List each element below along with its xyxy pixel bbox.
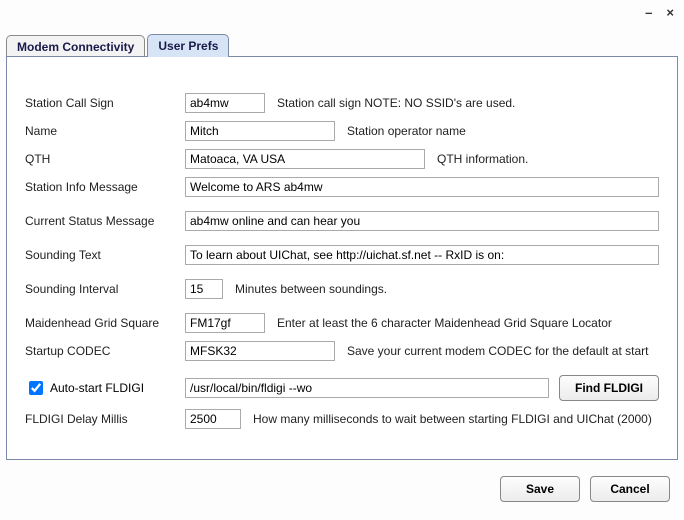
name-label: Name — [25, 124, 185, 138]
codec-label: Startup CODEC — [25, 344, 185, 358]
tab-modem-connectivity[interactable]: Modem Connectivity — [6, 35, 145, 58]
interval-hint: Minutes between soundings. — [235, 282, 387, 296]
callsign-hint: Station call sign NOTE: NO SSID's are us… — [277, 96, 515, 110]
interval-input[interactable] — [185, 279, 223, 299]
name-hint: Station operator name — [347, 124, 466, 138]
maidenhead-hint: Enter at least the 6 character Maidenhea… — [277, 316, 612, 330]
codec-input[interactable] — [185, 341, 335, 361]
interval-label: Sounding Interval — [25, 282, 185, 296]
close-icon[interactable]: × — [666, 6, 674, 19]
qth-hint: QTH information. — [437, 152, 528, 166]
delay-label: FLDIGI Delay Millis — [25, 412, 185, 426]
name-input[interactable] — [185, 121, 335, 141]
autostart-checkbox[interactable] — [29, 381, 43, 395]
delay-input[interactable] — [185, 409, 241, 429]
callsign-input[interactable] — [185, 93, 265, 113]
codec-hint: Save your current modem CODEC for the de… — [347, 344, 648, 358]
tab-user-prefs[interactable]: User Prefs — [147, 34, 229, 57]
tabs: Modem Connectivity User Prefs — [6, 34, 678, 57]
sounding-label: Sounding Text — [25, 248, 185, 262]
autostart-path-input[interactable] — [185, 378, 549, 398]
callsign-label: Station Call Sign — [25, 96, 185, 110]
minimize-icon[interactable]: – — [645, 6, 652, 19]
info-label: Station Info Message — [25, 180, 185, 194]
maidenhead-label: Maidenhead Grid Square — [25, 316, 185, 330]
maidenhead-input[interactable] — [185, 313, 265, 333]
cancel-button[interactable]: Cancel — [590, 476, 670, 502]
status-input[interactable] — [185, 211, 659, 231]
qth-input[interactable] — [185, 149, 425, 169]
qth-label: QTH — [25, 152, 185, 166]
user-prefs-panel: Station Call Sign Station call sign NOTE… — [6, 56, 678, 460]
sounding-input[interactable] — [185, 245, 659, 265]
find-fldigi-button[interactable]: Find FLDIGI — [559, 375, 659, 401]
autostart-label: Auto-start FLDIGI — [50, 381, 144, 395]
delay-hint: How many milliseconds to wait between st… — [253, 412, 652, 426]
status-label: Current Status Message — [25, 214, 185, 228]
save-button[interactable]: Save — [500, 476, 580, 502]
info-input[interactable] — [185, 177, 659, 197]
